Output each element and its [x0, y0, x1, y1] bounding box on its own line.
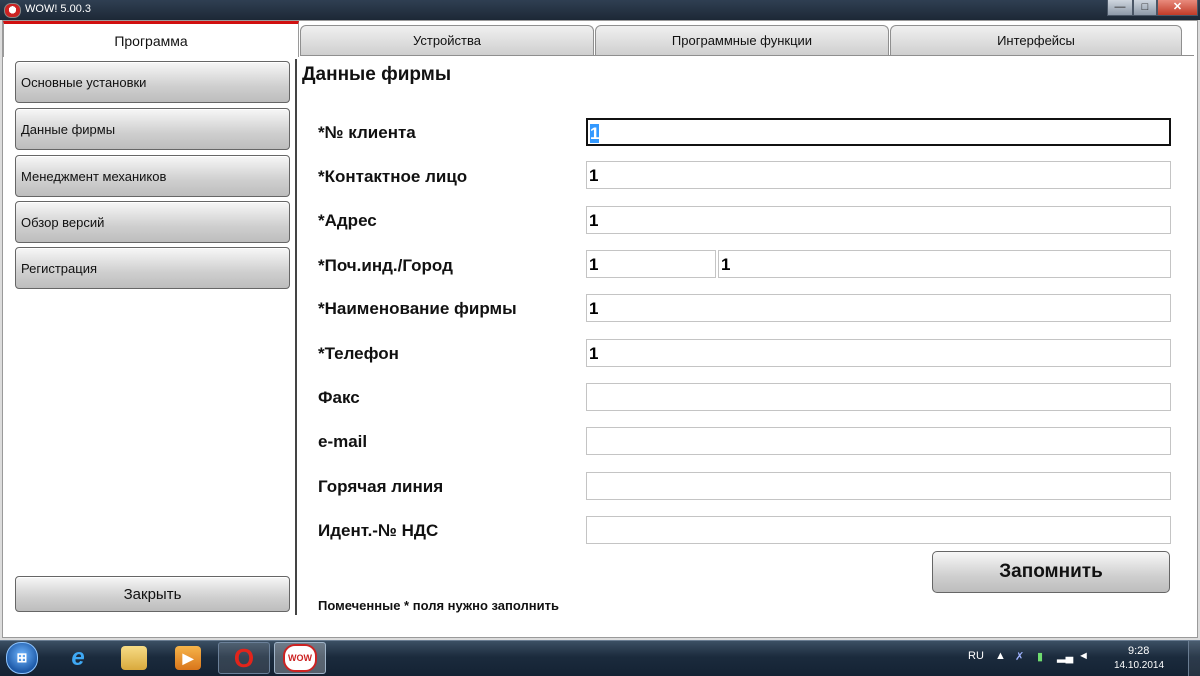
phone-field[interactable]: 1: [586, 339, 1171, 367]
wow-app-icon: [4, 3, 21, 18]
taskbar-media-player[interactable]: ▶: [162, 642, 214, 674]
page-title: Данные фирмы: [302, 64, 452, 85]
network-disabled-icon[interactable]: ✗: [1015, 650, 1024, 663]
minimize-button[interactable]: —: [1107, 0, 1133, 16]
client-number-label: *№ клиента: [318, 123, 416, 142]
sidebar-item-basic-settings[interactable]: Основные установки: [15, 61, 290, 103]
maximize-button[interactable]: □: [1133, 0, 1157, 16]
clock-date[interactable]: 14.10.2014: [1114, 660, 1164, 671]
file-explorer-icon: [121, 646, 147, 670]
sidebar-item-company-data[interactable]: Данные фирмы: [15, 108, 290, 150]
hotline-field[interactable]: [586, 472, 1171, 500]
fax-field[interactable]: [586, 383, 1171, 411]
company-name-label: *Наименование фирмы: [318, 299, 517, 318]
taskbar-internet-explorer[interactable]: e: [52, 642, 104, 674]
internet-explorer-icon: e: [71, 644, 85, 671]
save-button[interactable]: Запомнить: [932, 551, 1170, 593]
show-hidden-icons-icon[interactable]: ▲: [995, 650, 1006, 662]
company-name-field[interactable]: 1: [586, 294, 1171, 322]
tab-devices[interactable]: Устройства: [300, 25, 594, 55]
sidebar-divider: [295, 59, 297, 615]
hotline-label: Горячая линия: [318, 477, 444, 496]
close-button[interactable]: Закрыть: [15, 576, 290, 612]
signal-icon[interactable]: ▂▄: [1057, 650, 1073, 663]
windows-orb-icon: ⊞: [6, 642, 38, 674]
sidebar-item-mechanics-management[interactable]: Менеджмент механиков: [15, 155, 290, 197]
close-window-button[interactable]: ✕: [1157, 0, 1198, 16]
client-number-value: 1: [590, 124, 600, 143]
media-player-icon: ▶: [175, 646, 201, 670]
vat-id-field[interactable]: [586, 516, 1171, 544]
taskbar-file-explorer[interactable]: [108, 642, 160, 674]
required-fields-note: Помеченные * поля нужно заполнить: [318, 598, 559, 613]
city-field[interactable]: 1: [718, 250, 1171, 278]
volume-muted-icon[interactable]: ◄: [1078, 650, 1089, 662]
app-content: Программа Устройства Программные функции…: [2, 20, 1198, 638]
clock-time[interactable]: 9:28: [1128, 645, 1149, 657]
sidebar-item-version-overview[interactable]: Обзор версий: [15, 201, 290, 243]
show-desktop-button[interactable]: [1188, 641, 1200, 676]
sidebar-item-registration[interactable]: Регистрация: [15, 247, 290, 289]
zip-city-label: *Поч.инд./Город: [318, 256, 453, 275]
email-field[interactable]: [586, 427, 1171, 455]
address-field[interactable]: 1: [586, 206, 1171, 234]
app-window: Программа Устройства Программные функции…: [0, 20, 1200, 640]
vat-id-label: Идент.-№ НДС: [318, 521, 439, 540]
battery-icon[interactable]: ▮: [1037, 650, 1043, 663]
tab-program[interactable]: Программа: [3, 21, 299, 57]
email-label: e-mail: [318, 432, 368, 451]
window-title: WOW! 5.00.3: [25, 3, 92, 15]
tab-interfaces[interactable]: Интерфейсы: [890, 25, 1182, 55]
contact-person-field[interactable]: 1: [586, 161, 1171, 189]
title-bar: WOW! 5.00.3 — □ ✕: [0, 0, 1200, 20]
address-label: *Адрес: [318, 211, 377, 230]
taskbar-wow[interactable]: WOW: [274, 642, 326, 674]
taskbar: ⊞ e ▶ O WOW RU ▲ ✗ ▮ ▂▄ ◄ 9:28 14.10.201…: [0, 640, 1200, 676]
taskbar-opera[interactable]: O: [218, 642, 270, 674]
tab-divider: [300, 55, 1194, 56]
fax-label: Факс: [318, 388, 360, 407]
zip-field[interactable]: 1: [586, 250, 716, 278]
language-indicator[interactable]: RU: [968, 650, 984, 662]
client-number-field[interactable]: 1: [586, 118, 1171, 146]
opera-icon: O: [233, 642, 255, 673]
start-button[interactable]: ⊞: [2, 642, 42, 674]
phone-label: *Телефон: [318, 344, 399, 363]
contact-person-label: *Контактное лицо: [318, 167, 468, 186]
tab-program-functions[interactable]: Программные функции: [595, 25, 889, 55]
wow-app-icon: WOW: [283, 644, 317, 672]
